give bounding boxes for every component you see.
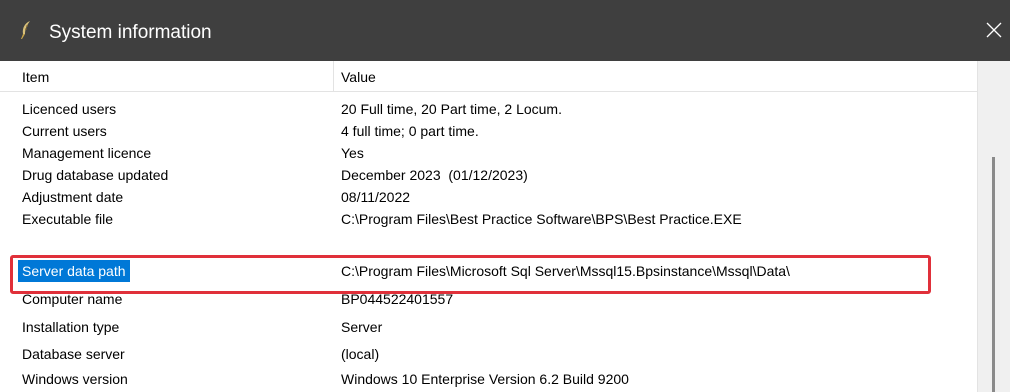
list-row-drug-database-updated[interactable]: Drug database updated December 2023 (01/…: [0, 164, 977, 186]
quill-icon: [18, 20, 34, 40]
row-item-label: Installation type: [22, 319, 120, 335]
system-info-list[interactable]: Item Value Licenced users 20 Full time, …: [0, 61, 1010, 392]
row-item-label: Drug database updated: [22, 167, 169, 183]
row-value: 4 full time; 0 part time.: [341, 123, 479, 139]
list-row-licenced-users[interactable]: Licenced users 20 Full time, 20 Part tim…: [0, 98, 977, 120]
list-row-installation-type[interactable]: Installation type Server: [0, 316, 977, 338]
row-item-label: Windows version: [22, 371, 128, 387]
row-value: Yes: [341, 145, 364, 161]
list-row-adjustment-date[interactable]: Adjustment date 08/11/2022: [0, 186, 977, 208]
row-value: 08/11/2022: [341, 189, 411, 205]
row-value: (local): [341, 346, 380, 362]
list-row-executable-file[interactable]: Executable file C:\Program Files\Best Pr…: [0, 208, 977, 230]
column-header-item[interactable]: Item: [22, 68, 49, 86]
row-item-label: Database server: [22, 346, 125, 362]
window-title: System information: [49, 22, 212, 43]
list-row-windows-version[interactable]: Windows version Windows 10 Enterprise Ve…: [0, 368, 977, 390]
row-item-label: Adjustment date: [22, 189, 124, 205]
row-item-label: Computer name: [22, 291, 123, 307]
list-row-computer-name[interactable]: Computer name BP044522401557: [0, 288, 977, 310]
row-value: C:\Program Files\Best Practice Software\…: [341, 211, 742, 227]
close-icon: [986, 22, 1002, 38]
row-item-label: Licenced users: [22, 101, 117, 117]
row-value: Server: [341, 319, 383, 335]
row-value: December 2023 (01/12/2023): [341, 167, 528, 183]
list-row-database-server[interactable]: Database server (local): [0, 343, 977, 365]
close-button[interactable]: [978, 14, 1010, 48]
system-information-window: System information Item Value Licenced u…: [0, 0, 1010, 392]
row-value: C:\Program Files\Microsoft Sql Server\Ms…: [341, 263, 790, 279]
row-value: 20 Full time, 20 Part time, 2 Locum.: [341, 101, 562, 117]
column-header-value[interactable]: Value: [341, 68, 376, 86]
list-row-current-users[interactable]: Current users 4 full time; 0 part time.: [0, 120, 977, 142]
list-row-server-data-path[interactable]: Server data path C:\Program Files\Micros…: [0, 260, 977, 282]
title-bar[interactable]: System information: [0, 0, 1010, 61]
row-value: BP044522401557: [341, 291, 454, 307]
list-row-management-licence[interactable]: Management licence Yes: [0, 142, 977, 164]
vertical-scrollbar[interactable]: [977, 61, 1010, 392]
list-header: Item Value: [0, 61, 977, 92]
row-item-label: Current users: [22, 123, 107, 139]
column-divider[interactable]: [333, 61, 334, 92]
row-item-label-selected: Server data path: [18, 260, 130, 282]
row-item-label: Management licence: [22, 145, 152, 161]
row-value: Windows 10 Enterprise Version 6.2 Build …: [341, 371, 629, 387]
scrollbar-thumb[interactable]: [992, 157, 995, 392]
row-item-label: Executable file: [22, 211, 114, 227]
